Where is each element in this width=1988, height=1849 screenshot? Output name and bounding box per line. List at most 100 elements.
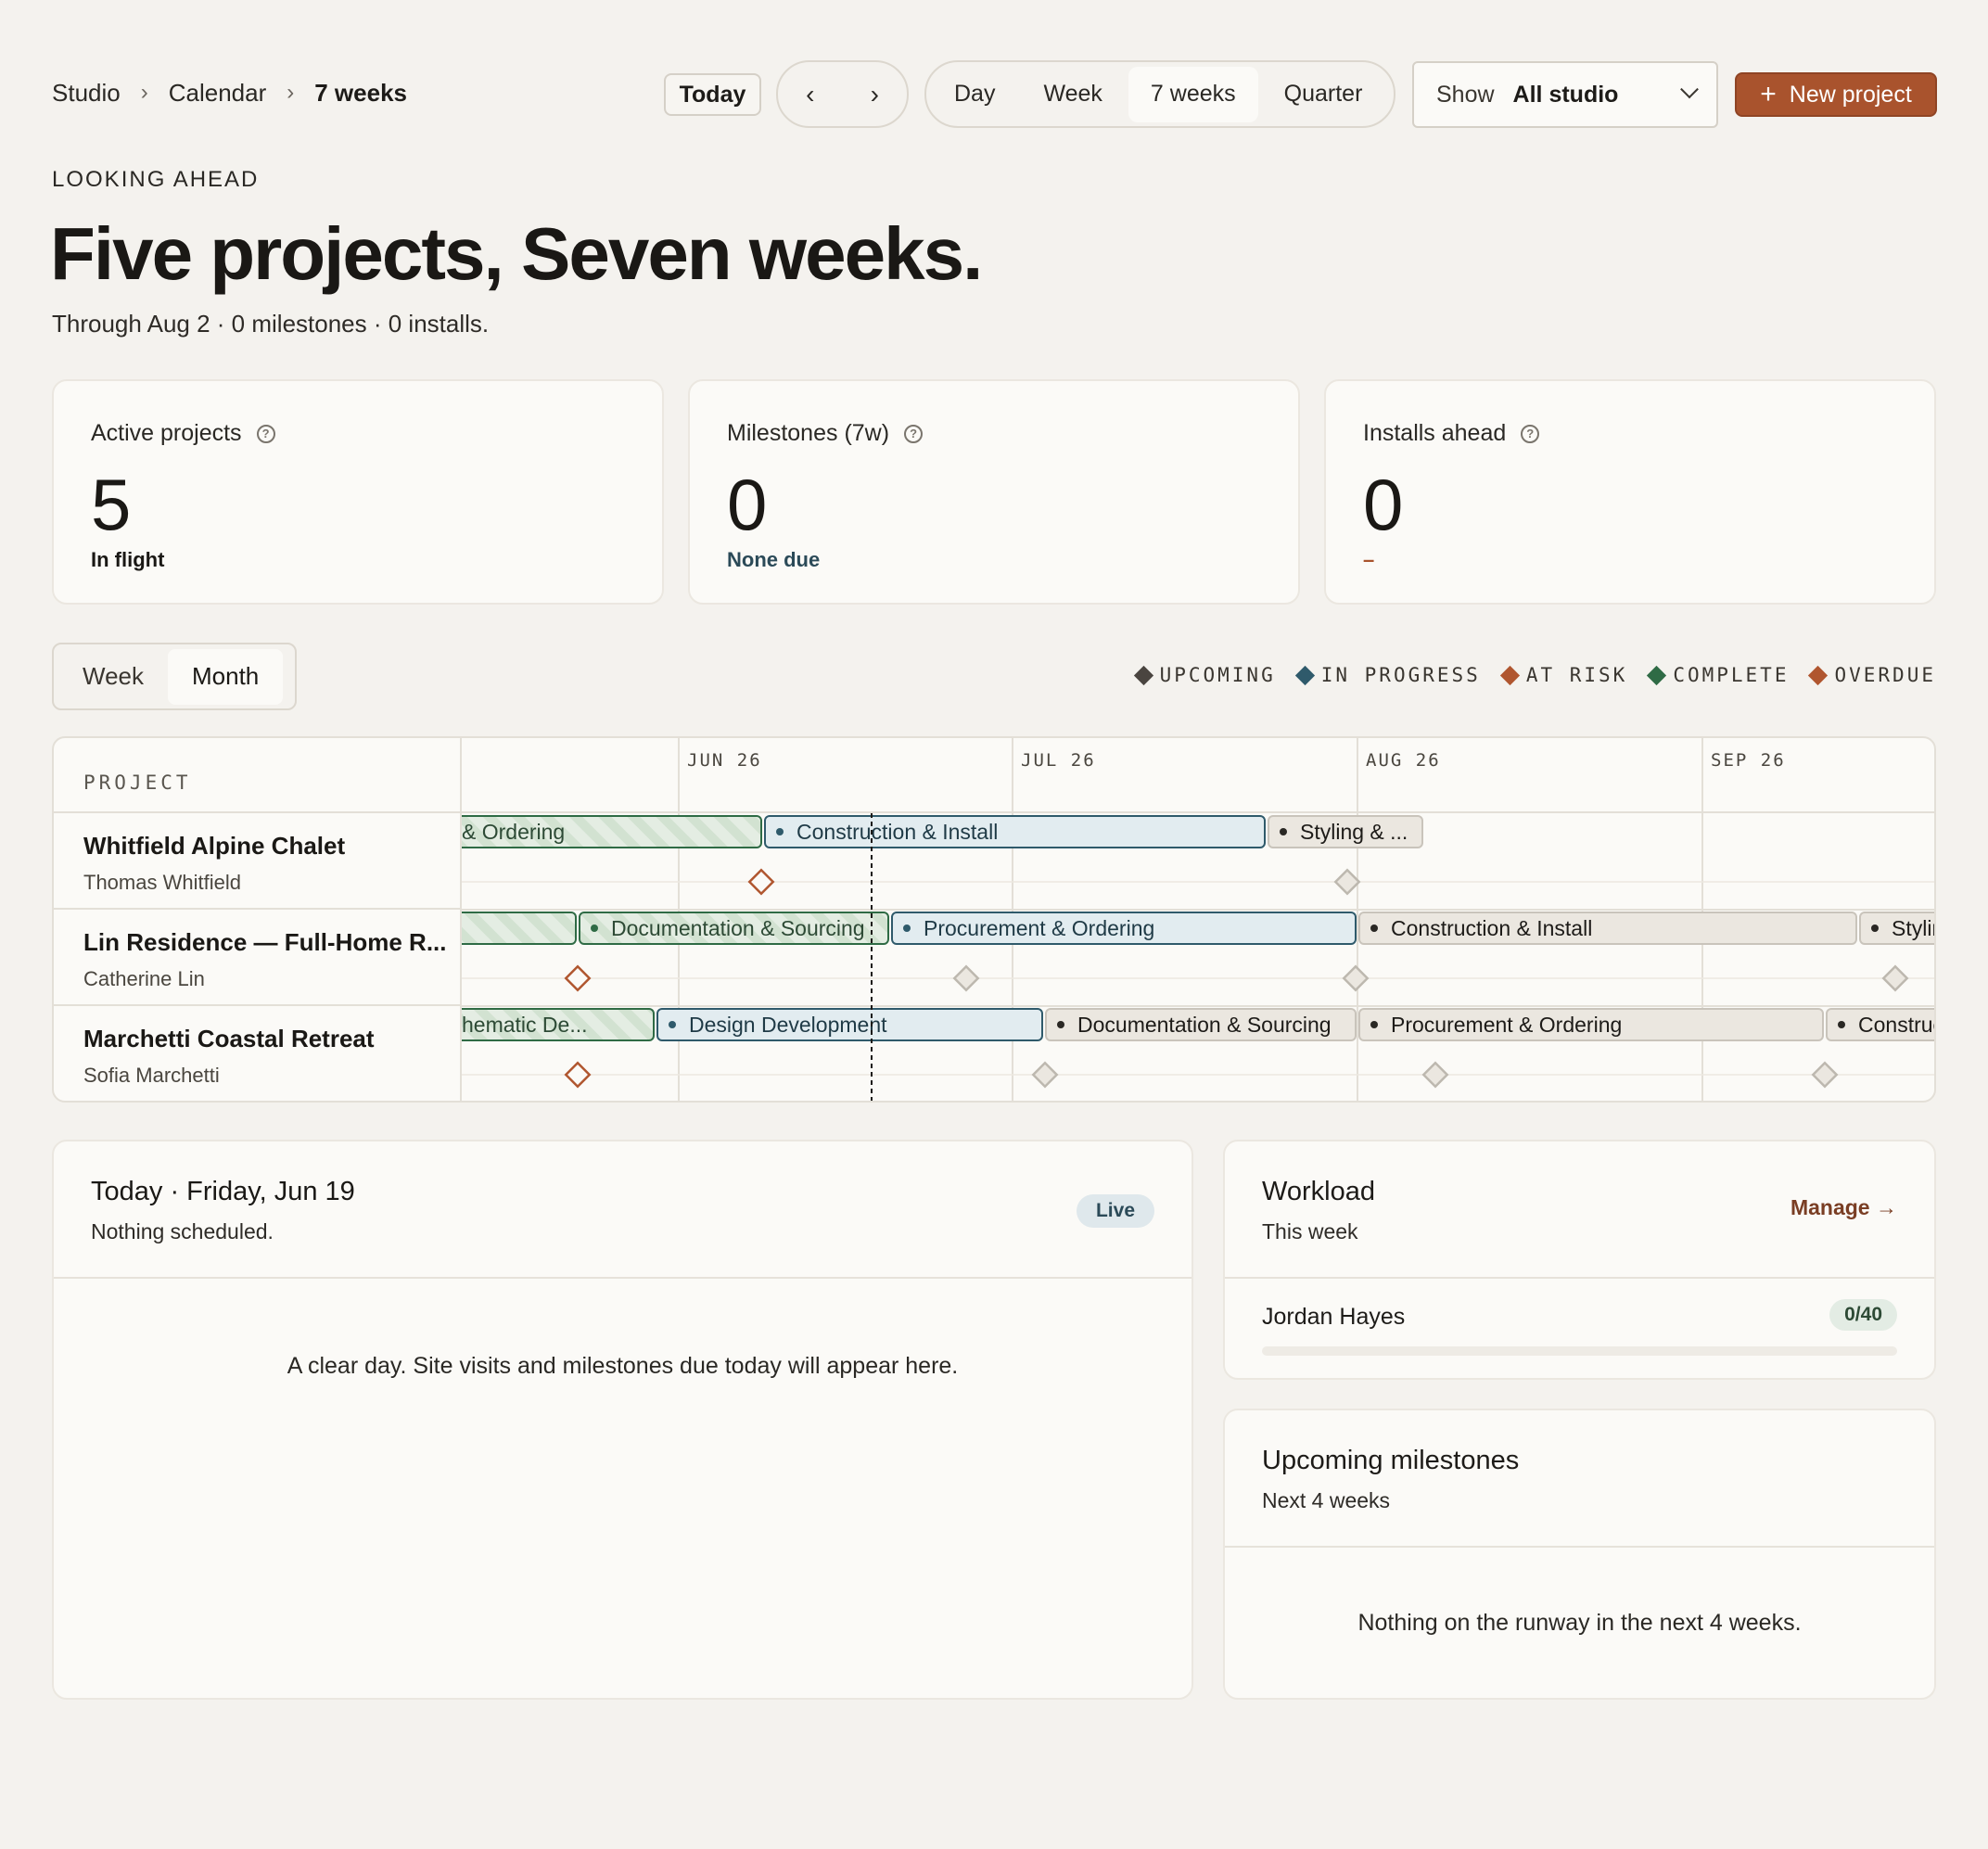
stat-card-milestones: Milestones (7w) ? 0 None due [688, 379, 1300, 605]
phase-bar[interactable]: hematic De... [462, 1008, 655, 1041]
project-row[interactable]: Marchetti Coastal Retreat Sofia Marchett… [54, 1006, 462, 1101]
help-icon[interactable]: ? [1521, 424, 1540, 443]
plus-icon: + [1760, 79, 1777, 109]
show-label: Show [1436, 81, 1495, 108]
milestone-diamond-icon[interactable] [1421, 1061, 1449, 1089]
project-client: Catherine Lin [83, 967, 205, 990]
month-label: JUN 26 [687, 750, 762, 771]
phase-label: Documentation & Sourcing [611, 916, 865, 940]
next-icon[interactable]: › [871, 80, 879, 109]
timeline-scale-switcher: Week Month [52, 643, 297, 710]
breadcrumb-current: 7 weeks [314, 78, 407, 107]
project-row[interactable]: Lin Residence — Full-Home R... Catherine… [54, 910, 462, 1006]
phase-bar[interactable]: Design Development [656, 1008, 1043, 1041]
workload-person-name: Jordan Hayes [1262, 1304, 1406, 1330]
chevron-right-icon: › [287, 80, 295, 105]
phase-label: Styling & ... [1892, 916, 1936, 940]
new-project-button[interactable]: + New project [1735, 72, 1937, 117]
project-client: Sofia Marchetti [83, 1064, 220, 1087]
today-button[interactable]: Today [664, 73, 761, 116]
milestone-diamond-icon[interactable] [1342, 964, 1370, 992]
phase-label: Procurement & Ordering [1391, 1013, 1622, 1037]
legend-at-risk: AT RISK [1499, 664, 1628, 686]
workload-title: Workload [1262, 1177, 1375, 1206]
diamond-icon [1647, 665, 1667, 685]
month-label: SEP 26 [1711, 750, 1786, 771]
diamond-icon [1808, 665, 1829, 685]
show-filter-select[interactable]: Show All studio [1412, 61, 1718, 128]
top-bar: Studio › Calendar › 7 weeks Today ‹ › Da… [52, 56, 1937, 130]
workload-subtitle: This week [1262, 1219, 1358, 1243]
phase-bar[interactable]: Construction & Install [764, 815, 1266, 848]
manage-link[interactable]: Manage → [1790, 1195, 1897, 1220]
milestone-diamond-icon[interactable] [747, 868, 775, 896]
stat-value: 5 [91, 464, 132, 545]
help-icon[interactable]: ? [904, 424, 924, 443]
phase-bar[interactable]: Construction & Install [1358, 912, 1857, 945]
phase-bar-shape [462, 912, 577, 945]
phase-bar[interactable]: Procurement & Ordering [891, 912, 1357, 945]
upcoming-empty-state: Nothing on the runway in the next 4 week… [1357, 1610, 1802, 1636]
phase-bar[interactable]: Styling & ... [1859, 912, 1936, 945]
milestone-diamond-icon[interactable] [1333, 868, 1361, 896]
phase-label: Styling & ... [1300, 820, 1408, 844]
status-dot-icon [1370, 1021, 1378, 1028]
diamond-icon [1133, 665, 1153, 685]
breadcrumb-calendar[interactable]: Calendar [169, 79, 267, 108]
milestone-diamond-icon[interactable] [564, 964, 592, 992]
status-dot-icon [903, 924, 911, 932]
legend-label: OVERDUE [1834, 664, 1936, 686]
phase-bar[interactable]: Documentation & Sourcing [579, 912, 889, 945]
project-name: Lin Residence — Full-Home R... [83, 928, 447, 956]
project-column-header: PROJECT [83, 771, 192, 794]
phase-label: Procurement & Ordering [924, 916, 1154, 940]
phase-bar[interactable]: Construction [1826, 1008, 1936, 1041]
date-pager: ‹ › [776, 60, 909, 128]
breadcrumb: Studio › Calendar › 7 weeks [52, 56, 407, 130]
chevron-right-icon: › [140, 80, 148, 105]
view-week[interactable]: Week [1021, 67, 1124, 122]
new-project-label: New project [1789, 81, 1912, 108]
scale-month[interactable]: Month [168, 648, 284, 705]
milestone-diamond-icon[interactable] [1031, 1061, 1059, 1089]
prev-icon[interactable]: ‹ [806, 80, 814, 109]
phase-label: Documentation & Sourcing [1077, 1013, 1332, 1037]
help-icon[interactable]: ? [256, 424, 275, 443]
phase-bar[interactable]: & Ordering [462, 815, 762, 848]
phase-bar[interactable] [462, 912, 577, 945]
chevron-down-icon [1680, 80, 1699, 99]
legend-in-progress: IN PROGRESS [1294, 664, 1481, 686]
upcoming-milestones-panel: Upcoming milestones Next 4 weeks Nothing… [1223, 1409, 1936, 1700]
legend-upcoming: UPCOMING [1133, 664, 1276, 686]
view-7-weeks[interactable]: 7 weeks [1128, 66, 1258, 122]
scale-week[interactable]: Week [58, 649, 168, 705]
legend-label: AT RISK [1525, 664, 1628, 686]
upcoming-subtitle: Next 4 weeks [1262, 1488, 1391, 1512]
phase-bar[interactable]: Procurement & Ordering [1358, 1008, 1824, 1041]
legend-label: UPCOMING [1159, 664, 1276, 686]
phase-bar[interactable]: Documentation & Sourcing [1045, 1008, 1357, 1041]
phase-label: Design Development [689, 1013, 887, 1037]
milestone-diamond-icon[interactable] [1811, 1061, 1839, 1089]
page-subtitle: Through Aug 2 · 0 milestones · 0 install… [52, 310, 490, 338]
view-quarter[interactable]: Quarter [1262, 67, 1385, 122]
status-dot-icon [776, 828, 784, 835]
breadcrumb-studio[interactable]: Studio [52, 79, 121, 108]
stat-note: In flight [91, 548, 165, 571]
stat-title: Installs ahead [1363, 420, 1507, 446]
phase-bar[interactable]: Styling & ... [1268, 815, 1423, 848]
workload-panel: Workload This week Manage → Jordan Hayes… [1223, 1140, 1936, 1380]
project-row[interactable]: Whitfield Alpine Chalet Thomas Whitfield [54, 813, 462, 910]
milestone-diamond-icon[interactable] [952, 964, 980, 992]
view-day[interactable]: Day [932, 67, 1017, 122]
today-subtitle: Nothing scheduled. [91, 1219, 274, 1243]
milestone-diamond-icon[interactable] [564, 1061, 592, 1089]
milestone-diamond-icon[interactable] [1881, 964, 1909, 992]
status-dot-icon [1057, 1021, 1064, 1028]
status-dot-icon [1838, 1021, 1845, 1028]
live-badge: Live [1077, 1194, 1154, 1228]
diamond-icon [1499, 665, 1520, 685]
legend-label: IN PROGRESS [1320, 664, 1481, 686]
status-dot-icon [1280, 828, 1287, 835]
stat-title: Milestones (7w) [727, 420, 890, 446]
